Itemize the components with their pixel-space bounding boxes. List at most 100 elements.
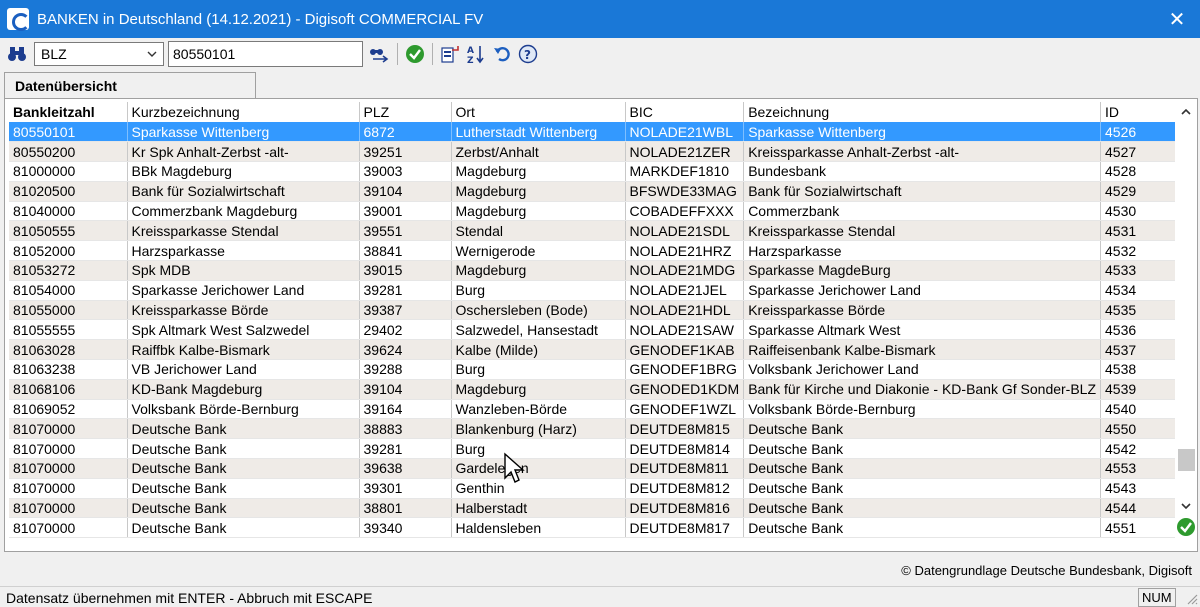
table-row[interactable]: 81070000 Deutsche Bank 39340 Haldensleben DE… — [9, 517, 1178, 539]
cell-ort[interactable]: Magdeburg — [451, 161, 626, 182]
cell-kurzbezeichnung[interactable]: Deutsche Bank — [127, 458, 360, 479]
cell-id[interactable]: 4539 — [1100, 379, 1178, 400]
cell-id[interactable]: 4543 — [1100, 478, 1178, 499]
cell-ort[interactable]: Magdeburg — [451, 260, 626, 281]
ok-icon[interactable] — [404, 43, 426, 65]
table-row[interactable]: 81055000 Kreissparkasse Börde 39387 Oschers… — [9, 300, 1178, 321]
table-row[interactable]: 81070000 Deutsche Bank 38801 Halberstadt DEU… — [9, 498, 1178, 519]
cell-kurzbezeichnung[interactable]: Kreissparkasse Stendal — [127, 220, 360, 242]
cell-bankleitzahl[interactable]: 81070000 — [9, 438, 128, 460]
cell-plz[interactable]: 39281 — [359, 280, 452, 301]
cell-bic[interactable]: NOLADE21MDG — [625, 260, 745, 281]
table-row[interactable]: 81069052 Volksbank Börde-Bernburg 39164 Wan… — [9, 399, 1178, 420]
cell-plz[interactable]: 38841 — [359, 240, 452, 262]
cell-kurzbezeichnung[interactable]: Sparkasse Wittenberg — [127, 122, 360, 143]
column-header-id[interactable]: ID — [1100, 102, 1178, 122]
cell-bic[interactable]: NOLADE21ZER — [625, 141, 745, 163]
cell-id[interactable]: 4551 — [1100, 517, 1178, 539]
table-row[interactable]: 81070000 Deutsche Bank 38883 Blankenburg (H… — [9, 418, 1178, 440]
cell-bic[interactable]: GENODEF1KAB — [625, 339, 745, 361]
cell-kurzbezeichnung[interactable]: Bank für Sozialwirtschaft — [127, 181, 360, 202]
table-row[interactable]: 81053272 Spk MDB 39015 Magdeburg NOLADE21MDG… — [9, 260, 1178, 281]
table-row[interactable]: 81063238 VB Jerichower Land 39288 Burg GENOD… — [9, 359, 1178, 380]
confirm-check-icon[interactable] — [1176, 517, 1196, 537]
cell-bankleitzahl[interactable]: 81070000 — [9, 418, 128, 440]
cell-ort[interactable]: Salzwedel, Hansestadt — [451, 319, 626, 341]
undo-icon[interactable] — [491, 43, 513, 65]
cell-bic[interactable]: DEUTDE8M812 — [625, 478, 745, 499]
search-field-select[interactable]: BLZ — [34, 42, 164, 66]
cell-bezeichnung[interactable]: Deutsche Bank — [743, 498, 1102, 519]
table-row[interactable]: 81070000 Deutsche Bank 39281 Burg DEUTDE8M81… — [9, 438, 1178, 460]
table-row[interactable]: 81050555 Kreissparkasse Stendal 39551 Stend… — [9, 220, 1178, 242]
cell-plz[interactable]: 39281 — [359, 438, 452, 460]
cell-id[interactable]: 4537 — [1100, 339, 1178, 361]
table-row[interactable]: 81070000 Deutsche Bank 39638 Gardelegen DEUT… — [9, 458, 1178, 479]
cell-bic[interactable]: DEUTDE8M811 — [625, 458, 745, 479]
cell-bic[interactable]: MARKDEF1810 — [625, 161, 745, 182]
cell-bankleitzahl[interactable]: 80550101 — [9, 122, 128, 143]
cell-bezeichnung[interactable]: Deutsche Bank — [743, 438, 1102, 460]
table-row[interactable]: 81020500 Bank für Sozialwirtschaft 39104 Ma… — [9, 181, 1178, 202]
cell-plz[interactable]: 39288 — [359, 359, 452, 380]
cell-plz[interactable]: 29402 — [359, 319, 452, 341]
binoculars-icon[interactable] — [6, 43, 28, 65]
cell-kurzbezeichnung[interactable]: Volksbank Börde-Bernburg — [127, 399, 360, 420]
cell-kurzbezeichnung[interactable]: Kr Spk Anhalt-Zerbst -alt- — [127, 141, 360, 163]
cell-bezeichnung[interactable]: Raiffeisenbank Kalbe-Bismark — [743, 339, 1102, 361]
column-header-kurzbezeichnung[interactable]: Kurzbezeichnung — [127, 102, 360, 122]
table-row[interactable]: 81054000 Sparkasse Jerichower Land 39281 Bu… — [9, 280, 1178, 301]
cell-bezeichnung[interactable]: Sparkasse Altmark West — [743, 319, 1102, 341]
cell-bankleitzahl[interactable]: 81055555 — [9, 319, 128, 341]
cell-kurzbezeichnung[interactable]: Deutsche Bank — [127, 418, 360, 440]
cell-bezeichnung[interactable]: Deutsche Bank — [743, 418, 1102, 440]
cell-bezeichnung[interactable]: Sparkasse MagdeBurg — [743, 260, 1102, 281]
cell-kurzbezeichnung[interactable]: VB Jerichower Land — [127, 359, 360, 380]
cell-plz[interactable]: 39001 — [359, 201, 452, 222]
cell-bic[interactable]: NOLADE21WBL — [625, 122, 745, 143]
cell-bezeichnung[interactable]: Bundesbank — [743, 161, 1102, 182]
cell-bankleitzahl[interactable]: 81020500 — [9, 181, 128, 202]
cell-id[interactable]: 4528 — [1100, 161, 1178, 182]
close-button[interactable]: ✕ — [1162, 4, 1192, 34]
cell-bankleitzahl[interactable]: 81068106 — [9, 379, 128, 400]
cell-ort[interactable]: Halberstadt — [451, 498, 626, 519]
cell-bankleitzahl[interactable]: 81052000 — [9, 240, 128, 262]
cell-kurzbezeichnung[interactable]: Spk MDB — [127, 260, 360, 281]
table-row[interactable]: 80550200 Kr Spk Anhalt-Zerbst -alt- 39251 Z… — [9, 141, 1178, 163]
cell-id[interactable]: 4536 — [1100, 319, 1178, 341]
cell-bezeichnung[interactable]: Volksbank Börde-Bernburg — [743, 399, 1102, 420]
cell-plz[interactable]: 38883 — [359, 418, 452, 440]
cell-kurzbezeichnung[interactable]: BBk Magdeburg — [127, 161, 360, 182]
cell-plz[interactable]: 39387 — [359, 300, 452, 321]
cell-ort[interactable]: Wernigerode — [451, 240, 626, 262]
search-input[interactable] — [168, 41, 363, 67]
cell-bic[interactable]: DEUTDE8M816 — [625, 498, 745, 519]
cell-bic[interactable]: GENODEF1BRG — [625, 359, 745, 380]
table-row[interactable]: 81000000 BBk Magdeburg 39003 Magdeburg MARKD… — [9, 161, 1178, 182]
cell-ort[interactable]: Kalbe (Milde) — [451, 339, 626, 361]
cell-ort[interactable]: Genthin — [451, 478, 626, 499]
scroll-thumb[interactable] — [1178, 449, 1195, 471]
find-next-icon[interactable] — [369, 43, 391, 65]
cell-ort[interactable]: Magdeburg — [451, 181, 626, 202]
cell-ort[interactable]: Magdeburg — [451, 201, 626, 222]
cell-bic[interactable]: DEUTDE8M815 — [625, 418, 745, 440]
cell-bic[interactable]: NOLADE21SAW — [625, 319, 745, 341]
table-row[interactable]: 81040000 Commerzbank Magdeburg 39001 Magdeb… — [9, 201, 1178, 222]
cell-bezeichnung[interactable]: Kreissparkasse Stendal — [743, 220, 1102, 242]
vertical-scrollbar[interactable] — [1175, 99, 1197, 551]
cell-bezeichnung[interactable]: Kreissparkasse Börde — [743, 300, 1102, 321]
cell-plz[interactable]: 39164 — [359, 399, 452, 420]
cell-bic[interactable]: DEUTDE8M814 — [625, 438, 745, 460]
cell-bankleitzahl[interactable]: 80550200 — [9, 141, 128, 163]
cell-bezeichnung[interactable]: Harzsparkasse — [743, 240, 1102, 262]
cell-bic[interactable]: COBADEFFXXX — [625, 201, 745, 222]
column-header-bic[interactable]: BIC — [625, 102, 745, 122]
cell-kurzbezeichnung[interactable]: Deutsche Bank — [127, 438, 360, 460]
cell-id[interactable]: 4553 — [1100, 458, 1178, 479]
cell-id[interactable]: 4532 — [1100, 240, 1178, 262]
cell-bankleitzahl[interactable]: 81070000 — [9, 498, 128, 519]
cell-id[interactable]: 4530 — [1100, 201, 1178, 222]
cell-ort[interactable]: Blankenburg (Harz) — [451, 418, 626, 440]
